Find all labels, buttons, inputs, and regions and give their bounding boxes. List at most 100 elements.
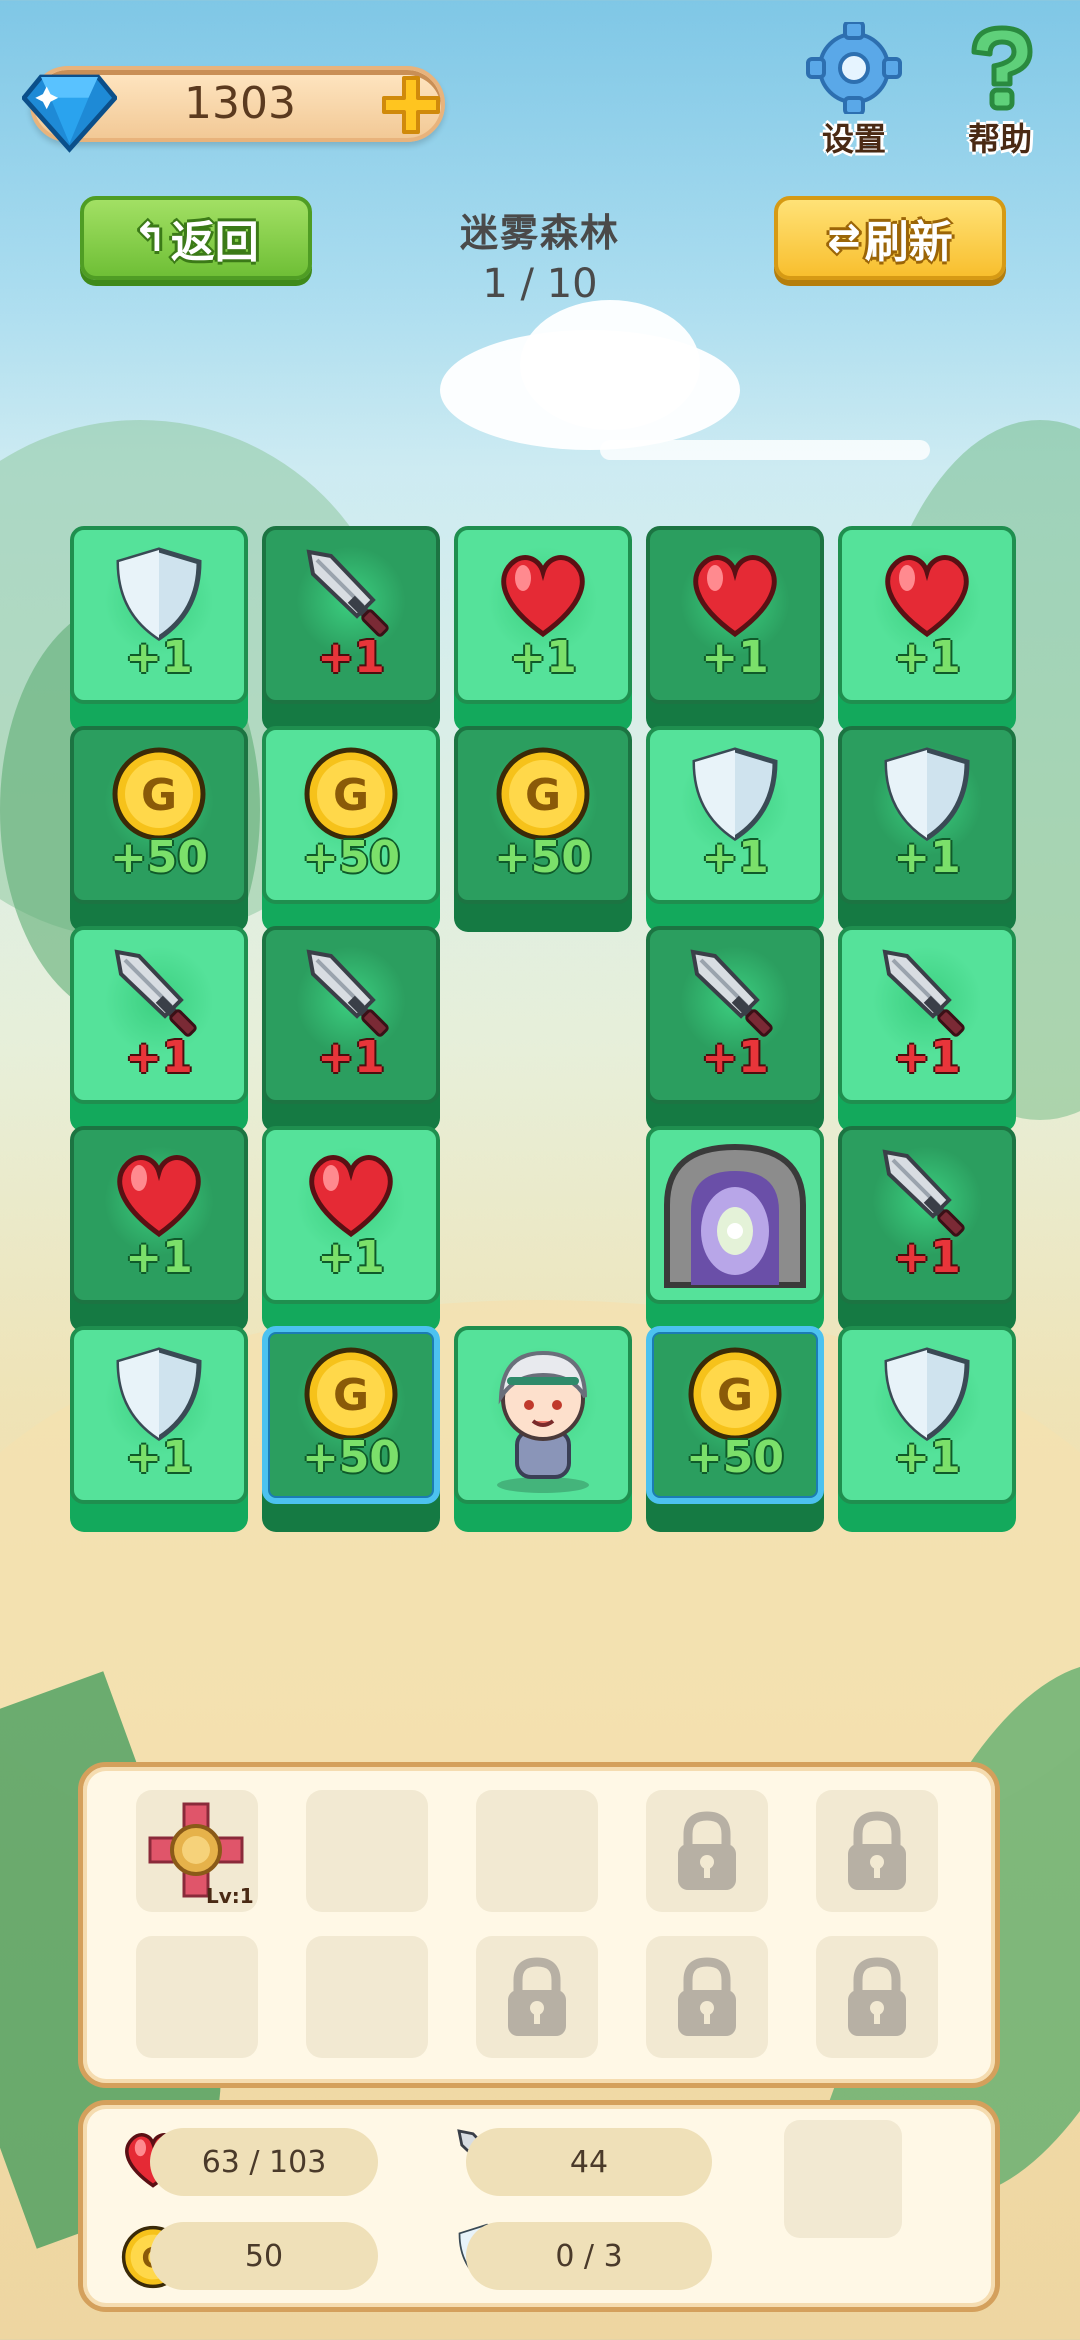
shield-stat: 0 / 3 bbox=[466, 2222, 712, 2290]
coin-icon: G bbox=[301, 744, 401, 844]
shield-icon bbox=[109, 544, 209, 644]
tile-value: +1 bbox=[125, 632, 193, 683]
heart-icon bbox=[301, 1144, 401, 1244]
back-arrow-icon: ↰ bbox=[133, 215, 167, 261]
sword-icon bbox=[301, 544, 401, 644]
coin-icon: G bbox=[109, 744, 209, 844]
tile-coin[interactable]: G +50 bbox=[70, 726, 248, 932]
tile-hero[interactable] bbox=[454, 1326, 632, 1532]
lock-icon bbox=[502, 1956, 572, 2040]
svg-text:G: G bbox=[333, 1370, 369, 1421]
tile-sword[interactable]: +1 bbox=[70, 926, 248, 1132]
tile-value: +50 bbox=[685, 1432, 785, 1483]
tile-value: +1 bbox=[893, 1432, 961, 1483]
equipment-slot[interactable] bbox=[784, 2120, 902, 2238]
inventory-slot-locked[interactable] bbox=[816, 1790, 938, 1912]
diamond-icon bbox=[22, 74, 117, 153]
tile-sword[interactable]: +1 bbox=[838, 926, 1016, 1132]
level-progress: 1 / 10 bbox=[482, 261, 598, 307]
inventory-slot-locked[interactable] bbox=[646, 1936, 768, 2058]
lock-icon bbox=[672, 1956, 742, 2040]
tile-portal[interactable] bbox=[646, 1126, 824, 1332]
tile-sword[interactable]: +1 bbox=[838, 1126, 1016, 1332]
hp-value: 63 / 103 bbox=[201, 2144, 327, 2180]
heart-icon bbox=[493, 544, 593, 644]
tile-heart[interactable]: +1 bbox=[70, 1126, 248, 1332]
tile-coin[interactable]: G +50 bbox=[646, 1326, 824, 1532]
hp-stat: 63 / 103 bbox=[150, 2128, 378, 2196]
tile-sword[interactable]: +1 bbox=[646, 926, 824, 1132]
back-button[interactable]: ↰ 返回 bbox=[80, 196, 312, 280]
svg-text:G: G bbox=[333, 770, 369, 821]
sword-icon bbox=[877, 944, 977, 1044]
shield-icon bbox=[877, 1344, 977, 1444]
level-name: 迷雾森林 bbox=[459, 211, 620, 255]
tile-coin[interactable]: G +50 bbox=[454, 726, 632, 932]
attack-stat: 44 bbox=[466, 2128, 712, 2196]
tile-value: +1 bbox=[125, 1232, 193, 1283]
inventory-slot-locked[interactable] bbox=[646, 1790, 768, 1912]
tile-value: +50 bbox=[493, 832, 593, 883]
coin-icon: G bbox=[301, 1344, 401, 1444]
sword-icon bbox=[301, 944, 401, 1044]
tile-value: +50 bbox=[301, 1432, 401, 1483]
inventory-slot-empty[interactable] bbox=[476, 1790, 598, 1912]
refresh-label: 刷新 bbox=[864, 217, 953, 268]
shield-value: 0 / 3 bbox=[555, 2238, 623, 2274]
inventory-slot-locked[interactable] bbox=[816, 1936, 938, 2058]
inventory-slot-empty[interactable] bbox=[306, 1936, 428, 2058]
tile-value: +1 bbox=[125, 1032, 193, 1083]
tile-shield[interactable]: +1 bbox=[70, 1326, 248, 1532]
svg-text:G: G bbox=[717, 1370, 753, 1421]
tile-value: +1 bbox=[317, 1032, 385, 1083]
item-level: Lv:1 bbox=[206, 1884, 254, 1908]
heart-icon bbox=[109, 1144, 209, 1244]
tile-value: +1 bbox=[701, 1032, 769, 1083]
tile-heart[interactable]: +1 bbox=[838, 526, 1016, 732]
help-label: 帮助 bbox=[967, 120, 1032, 158]
inventory-slot-item[interactable]: Lv:1 bbox=[136, 1790, 258, 1912]
refresh-button[interactable]: ⇄ 刷新 bbox=[774, 196, 1006, 280]
tile-shield[interactable]: +1 bbox=[838, 726, 1016, 932]
tile-value: +1 bbox=[509, 632, 577, 683]
tile-coin[interactable]: G +50 bbox=[262, 1326, 440, 1532]
gold-stat: 50 bbox=[150, 2222, 378, 2290]
settings-button[interactable]: 设置 bbox=[794, 20, 914, 160]
hero-icon bbox=[463, 1335, 623, 1495]
tile-value: +50 bbox=[301, 832, 401, 883]
gold-value: 50 bbox=[244, 2238, 284, 2274]
tile-heart[interactable]: +1 bbox=[262, 1126, 440, 1332]
tile-shield[interactable]: +1 bbox=[70, 526, 248, 732]
svg-text:G: G bbox=[525, 770, 561, 821]
tile-value: +1 bbox=[125, 1432, 193, 1483]
help-button[interactable]: 帮助 bbox=[940, 22, 1060, 160]
sword-icon bbox=[685, 944, 785, 1044]
gem-count: 1303 bbox=[184, 78, 296, 129]
tile-sword[interactable]: +1 bbox=[262, 526, 440, 732]
sword-icon bbox=[109, 944, 209, 1044]
shield-icon bbox=[109, 1344, 209, 1444]
coin-icon: G bbox=[493, 744, 593, 844]
attack-value: 44 bbox=[569, 2144, 609, 2180]
tile-shield[interactable]: +1 bbox=[646, 726, 824, 932]
add-gems-button[interactable] bbox=[378, 72, 444, 138]
tile-sword[interactable]: +1 bbox=[262, 926, 440, 1132]
tile-value: +1 bbox=[893, 1032, 961, 1083]
tile-value: +50 bbox=[109, 832, 209, 883]
inventory-slot-locked[interactable] bbox=[476, 1936, 598, 2058]
back-label: 返回 bbox=[170, 217, 259, 268]
shield-icon bbox=[685, 744, 785, 844]
tile-shield[interactable]: +1 bbox=[838, 1326, 1016, 1532]
portal-icon bbox=[655, 1135, 815, 1295]
question-icon bbox=[971, 25, 1033, 111]
refresh-icon: ⇄ bbox=[827, 215, 861, 261]
tile-coin[interactable]: G +50 bbox=[262, 726, 440, 932]
lock-icon bbox=[842, 1956, 912, 2040]
tile-heart[interactable]: +1 bbox=[454, 526, 632, 732]
tile-value: +1 bbox=[893, 632, 961, 683]
tile-heart[interactable]: +1 bbox=[646, 526, 824, 732]
inventory-slot-empty[interactable] bbox=[136, 1936, 258, 2058]
shield-icon bbox=[877, 744, 977, 844]
inventory-slot-empty[interactable] bbox=[306, 1790, 428, 1912]
heart-icon bbox=[685, 544, 785, 644]
